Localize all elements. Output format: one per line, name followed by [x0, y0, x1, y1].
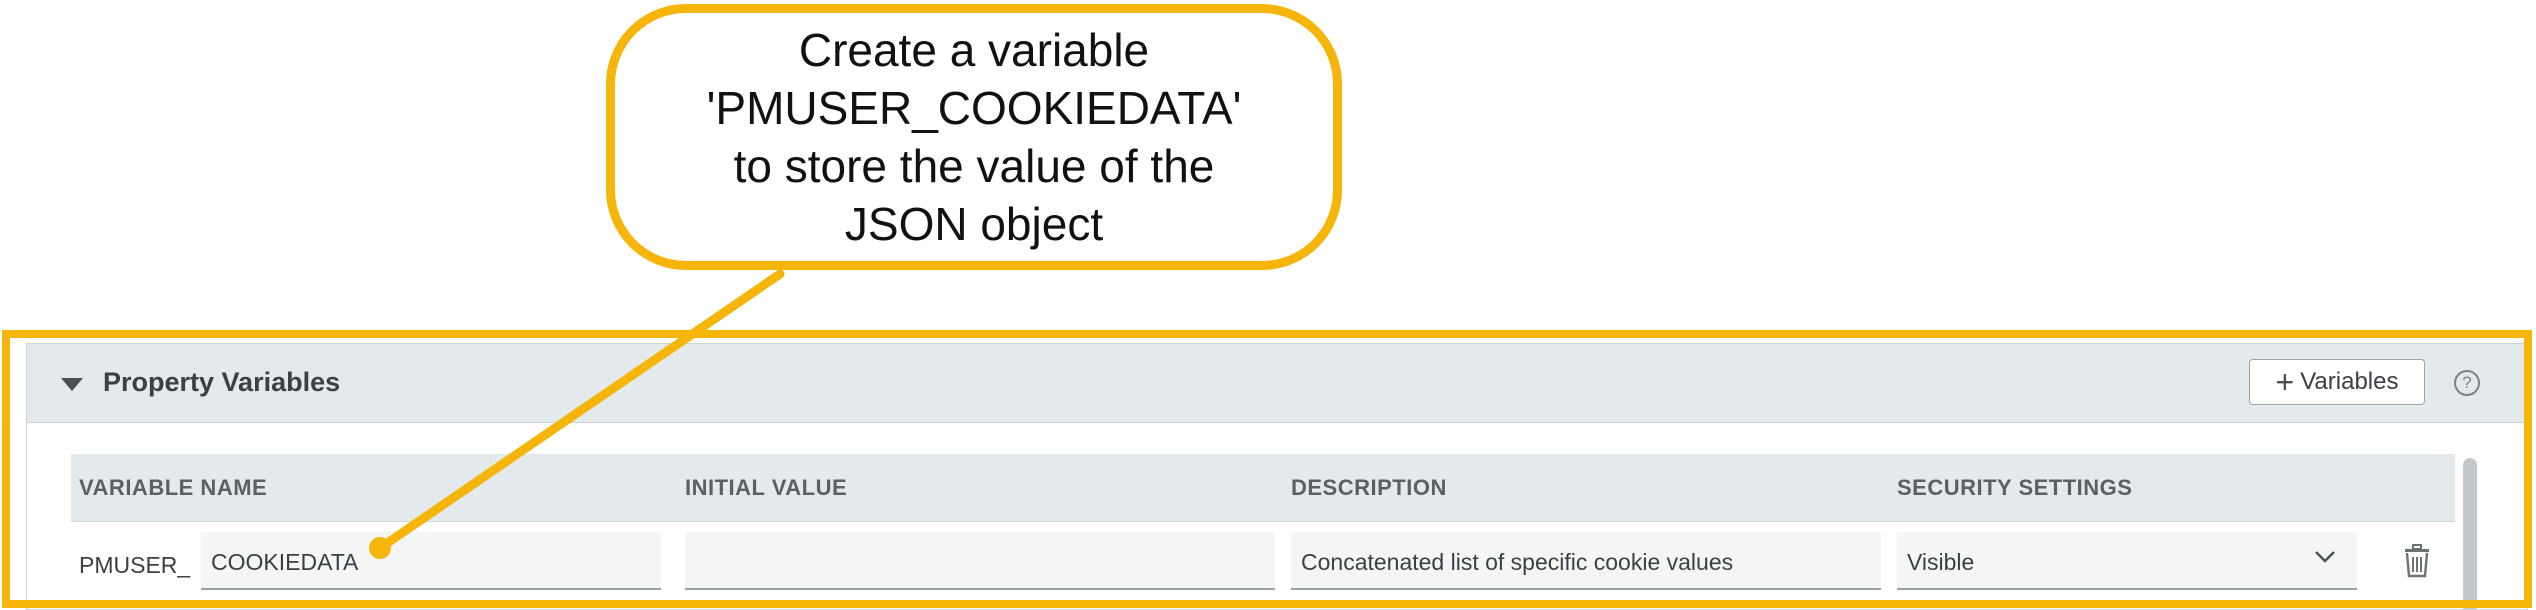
description-input[interactable]: Concatenated list of specific cookie val…: [1291, 532, 1881, 590]
caret-down-icon[interactable]: [61, 378, 83, 391]
column-header-description: DESCRIPTION: [1291, 475, 1447, 500]
help-icon[interactable]: ?: [2454, 370, 2480, 396]
screenshot-canvas: Create a variable 'PMUSER_COOKIEDATA' to…: [0, 0, 2536, 610]
table-header-row: VARIABLE NAME INITIAL VALUE DESCRIPTION …: [71, 454, 2481, 522]
callout-text: Create a variable 'PMUSER_COOKIEDATA' to…: [706, 24, 1242, 250]
variable-prefix: PMUSER_: [79, 552, 191, 578]
add-variables-button[interactable]: + Variables: [2249, 359, 2425, 405]
security-settings-value: Visible: [1907, 549, 1975, 575]
panel-header: Property Variables + Variables ?: [27, 344, 2527, 423]
initial-value-input[interactable]: [685, 532, 1275, 590]
plus-icon: +: [2275, 364, 2295, 400]
annotation-callout: Create a variable 'PMUSER_COOKIEDATA' to…: [606, 4, 1342, 270]
column-header-variable-name: VARIABLE NAME: [79, 475, 268, 500]
scrollbar-thumb[interactable]: [2463, 458, 2477, 609]
trash-icon[interactable]: [2402, 544, 2432, 578]
table-row: PMUSER_ COOKIEDATA Concatenated list of …: [71, 532, 2451, 602]
column-header-initial-value: INITIAL VALUE: [685, 475, 848, 500]
panel-title: Property Variables: [103, 367, 341, 397]
column-header-security-settings: SECURITY SETTINGS: [1897, 475, 2133, 500]
property-variables-panel: Property Variables + Variables ? VARIABL…: [26, 343, 2528, 610]
add-variables-label: Variables: [2300, 368, 2399, 395]
variable-name-input[interactable]: COOKIEDATA: [201, 532, 661, 590]
security-settings-select[interactable]: Visible: [1897, 532, 2357, 590]
chevron-down-icon: [2315, 551, 2335, 563]
